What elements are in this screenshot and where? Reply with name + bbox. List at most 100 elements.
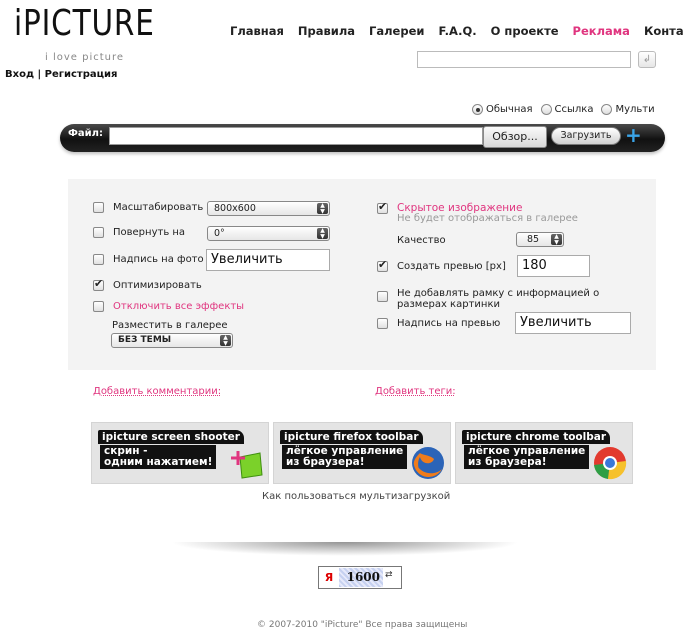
disable-effects-label[interactable]: Отключить все эффекты [113, 301, 244, 312]
screen-shooter-icon [231, 451, 263, 479]
auth-links: Вход | Регистрация [5, 69, 117, 80]
select-arrows-icon: ▲ ▼ [317, 228, 328, 239]
chrome-icon [594, 447, 627, 480]
search-input[interactable] [417, 51, 631, 68]
mode-normal[interactable]: Обычная [472, 104, 533, 115]
firefox-icon [412, 447, 444, 479]
banner-title: ipicture firefox toolbar [280, 430, 423, 444]
refresh-icon: ⇄ [385, 570, 393, 580]
nav-galleries[interactable]: Галереи [369, 24, 424, 38]
gallery-label: Разместить в галерее [112, 320, 228, 331]
optimize-checkbox[interactable] [93, 277, 104, 291]
site-tagline: i love picture [45, 52, 125, 63]
multiupload-help-link[interactable]: Как пользоваться мультизагрузкой [262, 491, 450, 502]
banner-text: скрин - одним нажатием! [100, 445, 217, 469]
banner-text: лёгкое управление из браузера! [282, 445, 408, 469]
auth-separator: | [37, 69, 42, 80]
add-tags-link[interactable]: Добавить теги: [375, 386, 456, 397]
rotate-row: Повернуть на [93, 227, 185, 238]
mode-normal-label: Обычная [486, 104, 533, 115]
no-frame-checkbox[interactable] [377, 291, 388, 302]
banner-firefox-toolbar[interactable]: ipicture firefox toolbar лёгкое управлен… [273, 422, 451, 484]
nav-about[interactable]: О проекте [491, 24, 559, 38]
preview-checkbox[interactable] [377, 258, 388, 272]
resize-label: Масштабировать [113, 202, 204, 213]
add-comments-link[interactable]: Добавить комментарии: [93, 386, 221, 397]
select-arrows-icon: ▲ ▼ [551, 234, 562, 245]
preview-caption-label: Надпись на превью [397, 318, 501, 329]
radio-multi[interactable] [601, 104, 613, 115]
hidden-hint-text: Не будет отображаться в галерее [397, 213, 578, 224]
banner-line2: одним нажатием! [104, 456, 213, 468]
enter-icon: ↲ [642, 54, 652, 65]
resize-checkbox[interactable] [93, 202, 104, 213]
nav-home[interactable]: Главная [230, 24, 284, 38]
hidden-hint: Не будет отображаться в галерее [397, 213, 578, 224]
mode-multi[interactable]: Мульти [601, 104, 655, 115]
main-nav: Главная Правила Галереи F.A.Q. О проекте… [230, 24, 683, 38]
no-frame-row: Не добавлять рамку с информацией о размер… [377, 288, 599, 310]
banner-chrome-toolbar[interactable]: ipicture chrome toolbar лёгкое управлени… [455, 422, 633, 484]
caption-label: Надпись на фото [113, 254, 204, 265]
banner-line2: из браузера! [468, 456, 547, 468]
register-link[interactable]: Регистрация [45, 69, 118, 80]
upload-button[interactable]: Загрузить [551, 127, 621, 145]
rotate-select[interactable]: 0° ▲ ▼ [207, 226, 330, 241]
no-frame-label-line1: Не добавлять рамку с информацией о [397, 288, 600, 299]
caption-checkbox[interactable] [93, 254, 104, 265]
optimize-row: Оптимизировать [93, 277, 202, 291]
select-arrows-icon: ▲ ▼ [220, 335, 231, 346]
quality-select-value: 85 [527, 234, 540, 245]
browse-button[interactable]: Обзор... [483, 126, 547, 148]
no-frame-label: Не добавлять рамку с информацией о размер… [397, 288, 599, 310]
nav-contacts[interactable]: Контакт [644, 24, 683, 38]
shadow-divider [170, 542, 520, 556]
mode-link[interactable]: Ссылка [540, 104, 594, 115]
resize-select-value: 800x600 [214, 203, 256, 214]
gallery-label-text: Разместить в галерее [112, 320, 228, 331]
file-path-input[interactable] [109, 127, 483, 145]
disable-effects-row: Отключить все эффекты [93, 301, 244, 312]
gallery-select[interactable]: БЕЗ ТЕМЫ ▲ ▼ [111, 333, 233, 348]
rotate-checkbox[interactable] [93, 227, 104, 238]
select-arrows-icon: ▲ ▼ [317, 203, 328, 214]
yandex-counter[interactable]: Я 1600 ⇄ [318, 566, 402, 589]
nav-rules[interactable]: Правила [298, 24, 355, 38]
mode-multi-label: Мульти [615, 104, 655, 115]
preview-size-input[interactable]: 180 [517, 255, 590, 277]
resize-row: Масштабировать [93, 202, 203, 213]
caption-input[interactable]: Увеличить [206, 249, 330, 271]
banner-screen-shooter[interactable]: ipicture screen shooter скрин - одним наж… [91, 422, 269, 484]
preview-label: Создать превью [px] [397, 261, 506, 272]
radio-link[interactable] [540, 104, 552, 115]
mode-link-label: Ссылка [554, 104, 594, 115]
caption-row: Надпись на фото [93, 254, 204, 265]
rotate-label: Повернуть на [113, 227, 186, 238]
banner-title: ipicture screen shooter [98, 430, 244, 444]
banner-line2: из браузера! [286, 456, 365, 468]
radio-normal[interactable] [472, 104, 483, 115]
copyright: © 2007-2010 "iPicture" Все права защищен… [257, 620, 468, 630]
banner-title: ipicture chrome toolbar [462, 430, 611, 444]
site-logo[interactable]: iPICTURE [14, 4, 155, 44]
resize-select[interactable]: 800x600 ▲ ▼ [207, 201, 330, 216]
login-link[interactable]: Вход [5, 69, 34, 80]
optimize-label: Оптимизировать [113, 280, 202, 291]
plus-icon[interactable]: + [625, 125, 642, 145]
nav-ads[interactable]: Реклама [573, 24, 630, 38]
file-label: Файл: [68, 128, 103, 139]
search-submit-button[interactable]: ↲ [638, 51, 656, 68]
no-frame-label-line2: размерах картинки [397, 299, 500, 310]
banner-text: лёгкое управление из браузера! [464, 445, 590, 469]
hidden-checkbox[interactable] [377, 200, 388, 214]
disable-effects-checkbox[interactable] [93, 301, 104, 312]
quality-label: Качество [397, 235, 446, 246]
yandex-logo: Я [320, 568, 338, 587]
gallery-select-value: БЕЗ ТЕМЫ [118, 335, 172, 345]
nav-faq[interactable]: F.A.Q. [438, 24, 476, 38]
rotate-select-value: 0° [214, 228, 225, 239]
counter-value: 1600 [339, 568, 383, 587]
preview-caption-input[interactable]: Увеличить [515, 312, 631, 334]
quality-select[interactable]: 85 ▲ ▼ [516, 232, 564, 247]
preview-caption-checkbox[interactable] [377, 318, 388, 329]
